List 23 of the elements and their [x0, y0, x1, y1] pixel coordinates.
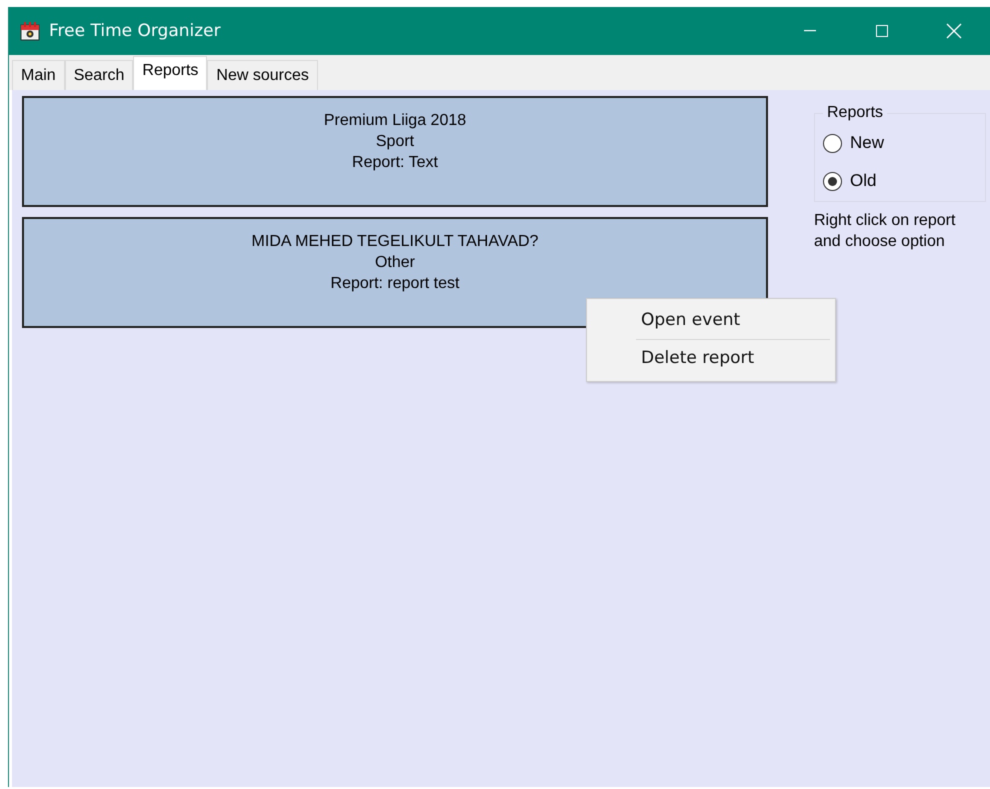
group-legend: Reports: [823, 104, 888, 122]
window-title: Free Time Organizer: [49, 21, 221, 41]
report-category: Other: [374, 253, 415, 273]
radio-option[interactable]: New: [823, 124, 977, 162]
report-title: Premium Liiga 2018: [324, 111, 466, 131]
calendar-icon: [20, 21, 42, 41]
close-icon: [946, 23, 962, 39]
report-text: Report: Text: [352, 153, 438, 173]
tab[interactable]: Search: [64, 60, 134, 90]
report-title: MIDA MEHED TEGELIKULT TAHAVAD?: [252, 232, 538, 252]
radio-option[interactable]: Old: [823, 162, 977, 200]
minimize-icon: [803, 30, 817, 32]
report-card[interactable]: Premium Liiga 2018 Sport Report: Text: [22, 96, 768, 207]
radio-button[interactable]: [823, 172, 842, 190]
maximize-icon: [875, 24, 889, 38]
report-text: Report: report test: [330, 274, 460, 294]
hint-text: Right click on report and choose option: [814, 211, 956, 252]
menu-item[interactable]: Delete report: [590, 340, 832, 377]
radio-button[interactable]: [823, 134, 842, 152]
tab[interactable]: New sources: [207, 60, 318, 90]
tab[interactable]: Main: [12, 60, 65, 90]
report-category: Sport: [376, 132, 414, 152]
tab[interactable]: Reports: [133, 56, 208, 90]
